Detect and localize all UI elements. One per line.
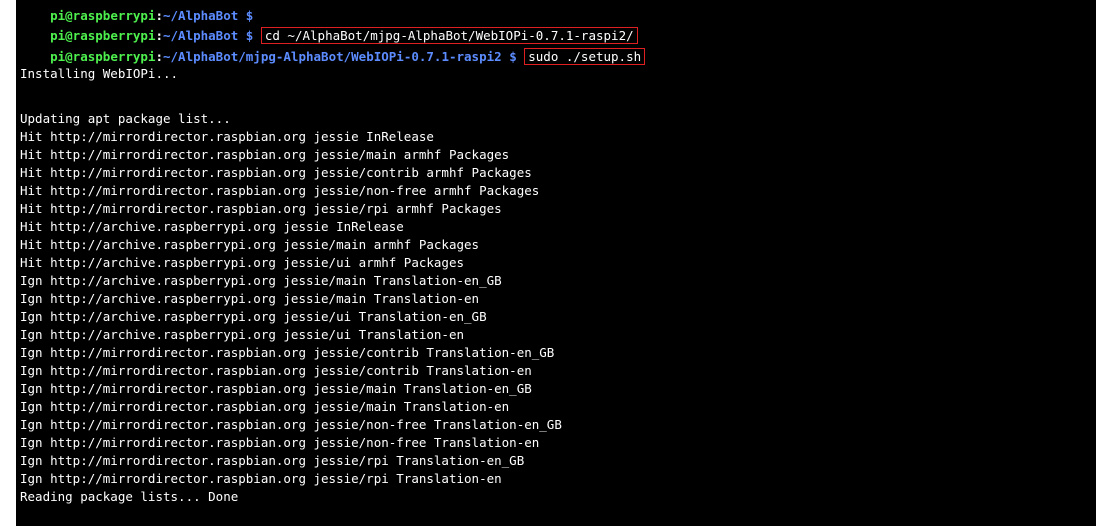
terminal-output-line: Ign http://archive.raspberrypi.org jessi… [20,327,465,342]
terminal-output-line: Ign http://archive.raspberrypi.org jessi… [20,309,487,324]
terminal-output-line: Installing WebIOPi... [20,66,179,81]
prompt-dollar: $ [509,49,517,64]
terminal-output-line: Hit http://mirrordirector.raspbian.org j… [20,129,434,144]
terminal-output-line: Reading package lists... Done [20,489,239,504]
terminal-output-line: Ign http://mirrordirector.raspbian.org j… [20,471,502,486]
terminal-output-line: Hit http://mirrordirector.raspbian.org j… [20,201,502,216]
terminal-output-line: Updating apt package list... [20,111,231,126]
terminal-prompt-line: pi@raspberrypi:~/AlphaBot/mjpg-AlphaBot/… [20,28,646,65]
terminal-line-cut: pi@raspberrypi:~/AlphaBot $ cd ~/AlphaBo… [20,0,645,23]
terminal-output-line: Ign http://archive.raspberrypi.org jessi… [20,273,502,288]
terminal-output-line: Ign http://mirrordirector.raspbian.org j… [20,453,525,468]
terminal-output-line: Ign http://archive.raspberrypi.org jessi… [20,291,480,306]
terminal-output-line: Hit http://mirrordirector.raspbian.org j… [20,165,532,180]
terminal-output-line: Hit http://archive.raspberrypi.org jessi… [20,255,465,270]
terminal-output-line: Ign http://mirrordirector.raspbian.org j… [20,399,510,414]
prompt-separator: : [155,49,163,64]
terminal-output-line: Ign http://mirrordirector.raspbian.org j… [20,381,532,396]
terminal-prompt-line: pi@raspberrypi:~/AlphaBot $ cd ~/AlphaBo… [20,7,638,44]
terminal-output-line: Hit http://archive.raspberrypi.org jessi… [20,237,480,252]
terminal-output-line: Hit http://mirrordirector.raspbian.org j… [20,183,540,198]
highlighted-command: sudo ./setup.sh [524,48,646,65]
terminal-output-line: Ign http://mirrordirector.raspbian.org j… [20,363,532,378]
terminal-output-line: Ign http://mirrordirector.raspbian.org j… [20,435,540,450]
terminal-output-line: Hit http://mirrordirector.raspbian.org j… [20,147,510,162]
prompt-path: ~/AlphaBot/mjpg-AlphaBot/WebIOPi-0.7.1-r… [163,49,502,64]
terminal-output-line: Ign http://mirrordirector.raspbian.org j… [20,345,555,360]
terminal-output-line: Hit http://archive.raspberrypi.org jessi… [20,219,404,234]
prompt-user-host: pi@raspberrypi [50,49,156,64]
terminal-window[interactable]: pi@raspberrypi:~/AlphaBot $ cd ~/AlphaBo… [16,0,1096,526]
terminal-output-line: Ign http://mirrordirector.raspbian.org j… [20,417,562,432]
